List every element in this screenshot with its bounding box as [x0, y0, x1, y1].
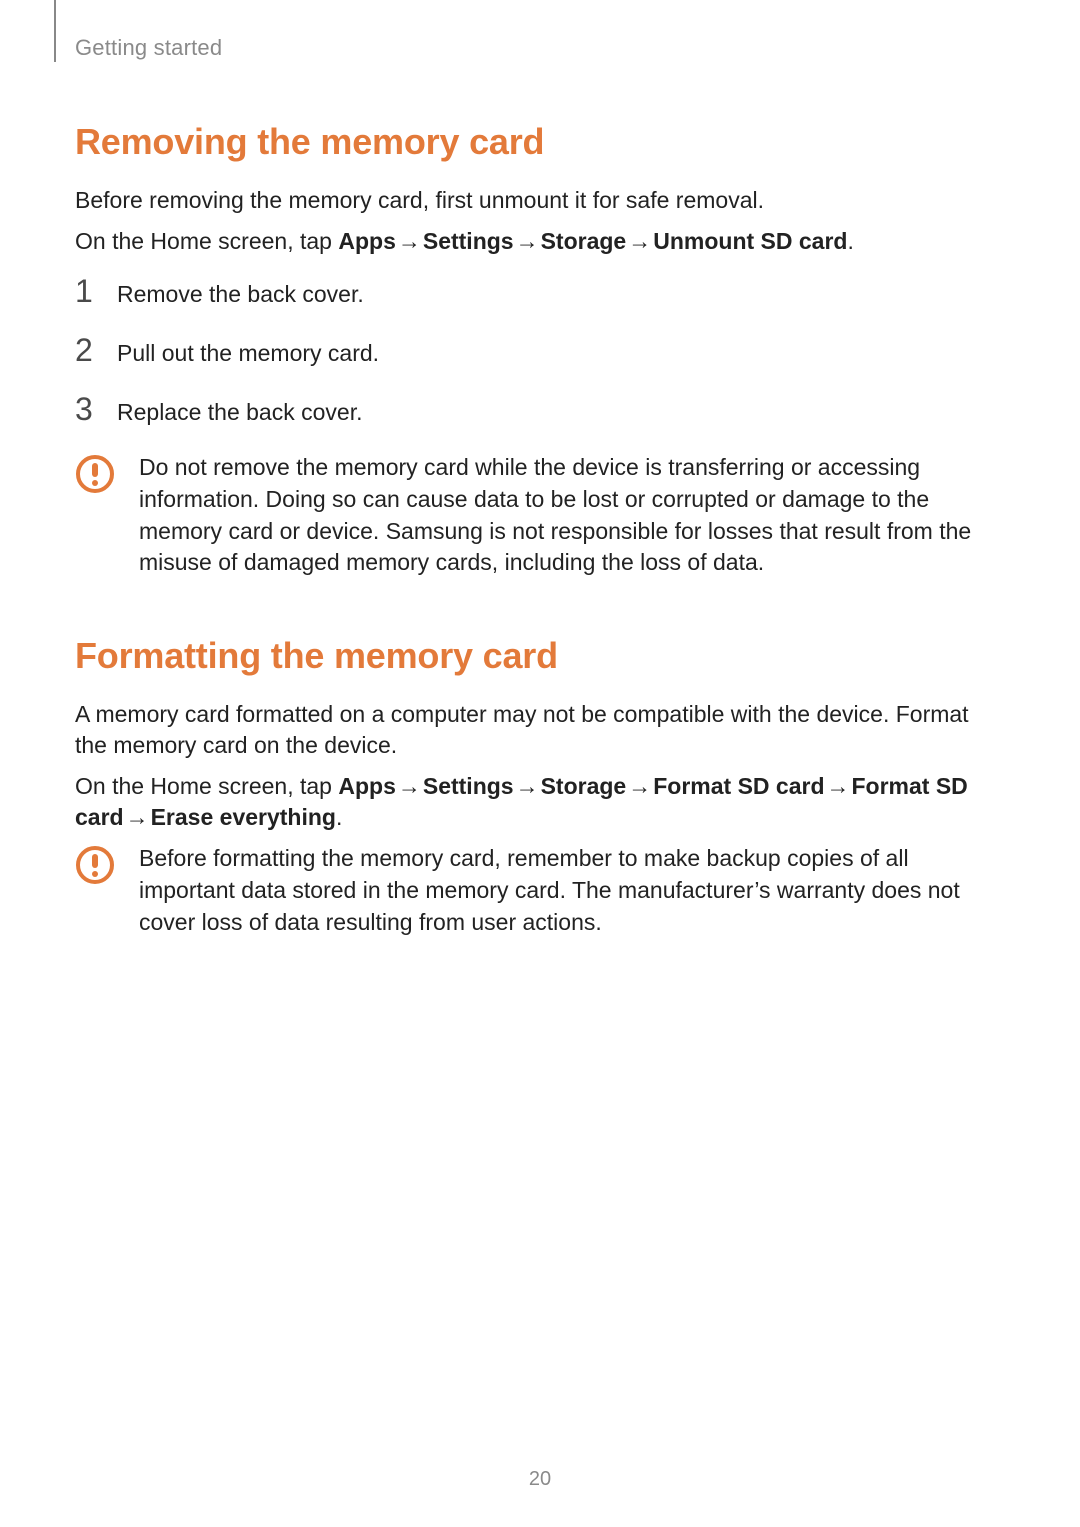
path-item: Erase everything: [151, 804, 336, 830]
warning-text: Do not remove the memory card while the …: [139, 452, 1005, 579]
arrow-icon: →: [825, 773, 852, 799]
section2-intro: A memory card formatted on a computer ma…: [75, 699, 1005, 761]
step-item: 1 Remove the back cover.: [75, 275, 1005, 310]
section-heading-removing: Removing the memory card: [75, 121, 1005, 163]
warning-icon: [75, 843, 117, 938]
section1-steps: 1 Remove the back cover. 2 Pull out the …: [75, 275, 1005, 428]
step-number: 1: [75, 275, 97, 307]
arrow-icon: →: [396, 773, 423, 799]
arrow-icon: →: [514, 773, 541, 799]
step-number: 3: [75, 393, 97, 425]
breadcrumb: Getting started: [75, 35, 1005, 61]
warning-callout: Before formatting the memory card, remem…: [75, 843, 1005, 938]
step-text: Pull out the memory card.: [117, 338, 379, 369]
period: .: [847, 228, 853, 254]
warning-text: Before formatting the memory card, remem…: [139, 843, 1005, 938]
warning-icon: [75, 452, 117, 579]
step-item: 3 Replace the back cover.: [75, 393, 1005, 428]
warning-callout: Do not remove the memory card while the …: [75, 452, 1005, 579]
path-prefix: On the Home screen, tap: [75, 228, 338, 254]
step-number: 2: [75, 334, 97, 366]
path-item: Apps: [338, 773, 396, 799]
path-prefix: On the Home screen, tap: [75, 773, 338, 799]
step-text: Remove the back cover.: [117, 279, 364, 310]
arrow-icon: →: [396, 228, 423, 254]
path-item: Storage: [541, 228, 627, 254]
path-item: Unmount SD card: [653, 228, 847, 254]
arrow-icon: →: [626, 228, 653, 254]
step-text: Replace the back cover.: [117, 397, 362, 428]
path-item: Apps: [338, 228, 396, 254]
section2-path: On the Home screen, tap Apps→Settings→St…: [75, 771, 1005, 833]
page-number: 20: [0, 1468, 1080, 1491]
section1-path: On the Home screen, tap Apps→Settings→St…: [75, 226, 1005, 257]
path-item: Storage: [541, 773, 627, 799]
arrow-icon: →: [626, 773, 653, 799]
header-rule: [54, 0, 56, 62]
arrow-icon: →: [514, 228, 541, 254]
path-item: Settings: [423, 773, 514, 799]
section-heading-formatting: Formatting the memory card: [75, 635, 1005, 677]
step-item: 2 Pull out the memory card.: [75, 334, 1005, 369]
path-item: Format SD card: [653, 773, 824, 799]
period: .: [336, 804, 342, 830]
section1-intro: Before removing the memory card, first u…: [75, 185, 1005, 216]
arrow-icon: →: [124, 804, 151, 830]
path-item: Settings: [423, 228, 514, 254]
